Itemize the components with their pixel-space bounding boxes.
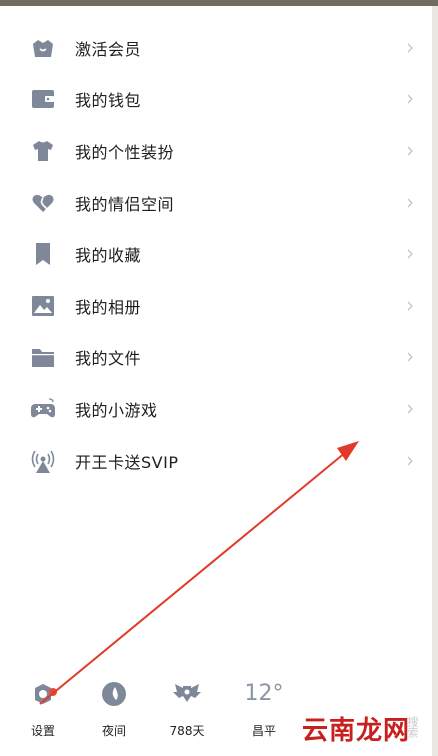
chevron-right-icon (404, 93, 416, 105)
tshirt-icon (30, 138, 56, 164)
winged-badge-icon (171, 678, 203, 710)
menu-item-label: 我的文件 (75, 349, 142, 369)
menu-item-label: 我的相册 (75, 297, 142, 317)
menu-item-label: 我的收藏 (75, 246, 142, 266)
menu-item-favorites[interactable]: 我的收藏 (0, 228, 432, 280)
top-edge-strip (0, 0, 438, 6)
menu-item-wallet[interactable]: 我的钱包 (0, 74, 432, 126)
menu-item-personal-dressup[interactable]: 我的个性装扮 (0, 125, 432, 177)
night-mode-button[interactable]: 夜间 (84, 678, 144, 739)
menu-item-mini-games[interactable]: 我的小游戏 (0, 383, 432, 435)
bookmark-icon (30, 241, 56, 267)
night-mode-label: 夜间 (101, 724, 126, 738)
settings-label: 设置 (30, 724, 55, 738)
wallet-icon (30, 86, 56, 112)
weather-location: 昌平 (251, 724, 276, 738)
chevron-right-icon (404, 42, 416, 54)
couple-heart-icon (30, 190, 56, 216)
gamepad-icon (30, 396, 56, 422)
menu-item-label: 激活会员 (75, 39, 142, 59)
menu-item-couple-space[interactable]: 我的情侣空间 (0, 177, 432, 229)
menu-item-label: 我的小游戏 (75, 400, 158, 420)
weather-temperature: 12° (244, 681, 284, 706)
menu-item-label: 我的个性装扮 (75, 142, 175, 162)
menu-item-label: 开王卡送SVIP (75, 452, 179, 472)
crown-icon (30, 35, 56, 61)
chevron-right-icon (404, 248, 416, 260)
chevron-right-icon (404, 300, 416, 312)
notification-dot (49, 688, 57, 696)
menu-item-activate-vip[interactable]: 激活会员 (0, 22, 432, 74)
menu-item-label: 我的钱包 (75, 91, 142, 111)
folder-icon (30, 344, 56, 370)
broadcast-icon (30, 448, 56, 474)
drawer-menu: 激活会员 我的钱包 我的个性装扮 我的情侣空间 我的收藏 我的相册 我的文件 我… (0, 22, 432, 486)
chevron-right-icon (404, 351, 416, 363)
menu-item-album[interactable]: 我的相册 (0, 280, 432, 332)
menu-item-files[interactable]: 我的文件 (0, 332, 432, 384)
chevron-right-icon (404, 403, 416, 415)
watermark-brand: 云南龙网 (302, 716, 411, 746)
menu-item-wangka-svip[interactable]: 开王卡送SVIP (0, 435, 432, 487)
moon-icon (98, 678, 130, 710)
right-edge-strip (432, 6, 438, 756)
weather-widget[interactable]: 12° 昌平 (234, 678, 294, 739)
days-badge-button[interactable]: 788天 (157, 678, 217, 739)
settings-button[interactable]: 设置 (13, 678, 73, 739)
menu-item-label: 我的情侣空间 (75, 194, 175, 214)
chevron-right-icon (404, 145, 416, 157)
chevron-right-icon (404, 197, 416, 209)
watermark-side-text: 搜索 (406, 716, 419, 738)
photo-icon (30, 293, 56, 319)
chevron-right-icon (404, 455, 416, 467)
days-label: 788天 (169, 724, 205, 738)
